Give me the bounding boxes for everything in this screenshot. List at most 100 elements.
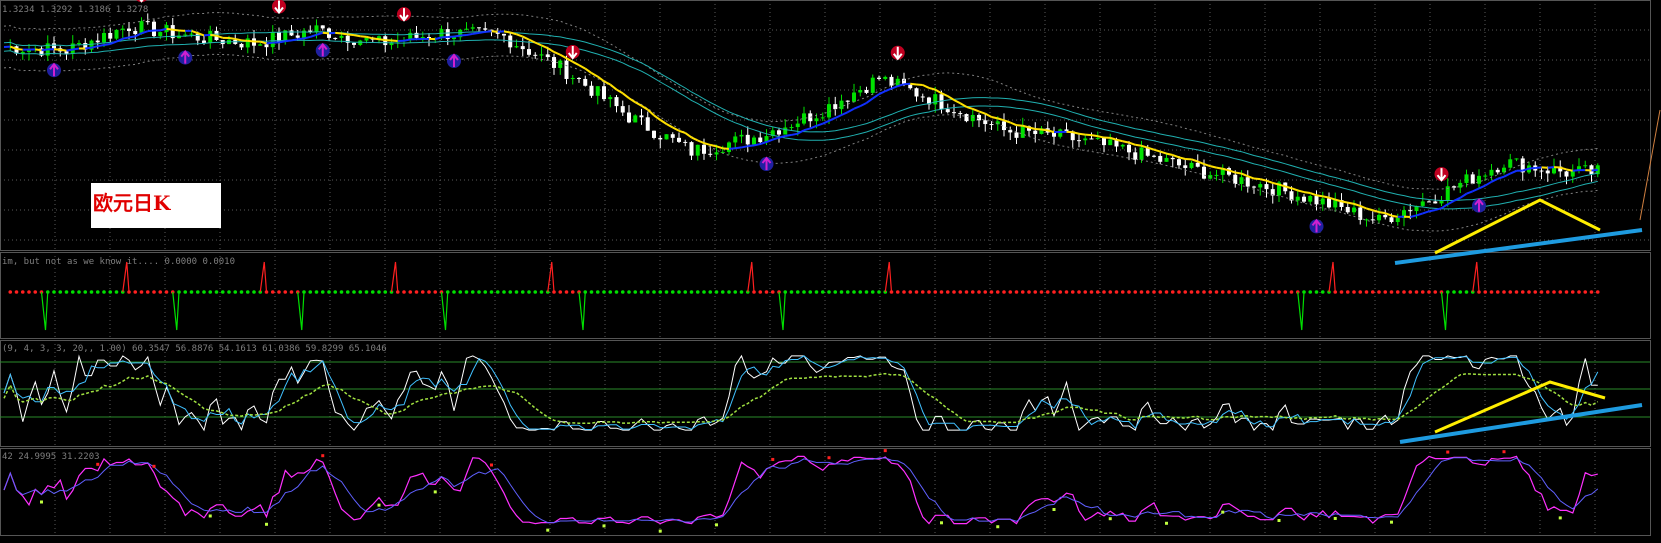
- step-dot: [677, 290, 681, 294]
- trend-ma-segment: [1310, 193, 1316, 195]
- trading-chart[interactable]: [0, 0, 1661, 539]
- candle-body: [615, 97, 619, 106]
- step-dot: [1240, 290, 1244, 294]
- trend-ma-segment: [523, 37, 529, 40]
- osc-marker: [1503, 450, 1506, 453]
- trend-ma-segment: [104, 44, 110, 45]
- candle-body: [683, 142, 687, 143]
- step-dot: [252, 290, 256, 294]
- step-dot: [1071, 290, 1075, 294]
- candle-body: [671, 134, 675, 138]
- candle-body: [1508, 159, 1512, 167]
- candle-body: [1102, 138, 1106, 145]
- candle-body: [102, 33, 106, 42]
- candle-body: [571, 78, 575, 79]
- candle-body: [608, 97, 612, 99]
- candle-body: [96, 41, 100, 43]
- candle-body: [871, 78, 875, 93]
- trend-ma-segment: [1260, 179, 1266, 181]
- step-dot: [452, 290, 456, 294]
- candle-body: [746, 135, 750, 145]
- candle-body: [715, 152, 719, 154]
- step-dot: [52, 290, 56, 294]
- candle-body: [521, 46, 525, 49]
- step-dot: [1258, 290, 1262, 294]
- step-dot: [1552, 290, 1556, 294]
- candle-body: [265, 44, 269, 47]
- candle-body: [733, 136, 737, 142]
- step-dot: [483, 290, 487, 294]
- step-dot: [696, 290, 700, 294]
- step-dot: [952, 290, 956, 294]
- trend-ma-segment: [310, 35, 316, 37]
- step-dot: [665, 290, 669, 294]
- candle-body: [1583, 165, 1587, 166]
- candle-body: [1515, 158, 1519, 159]
- step-dot: [190, 290, 194, 294]
- trend-ma-segment: [829, 118, 835, 121]
- step-dot: [1540, 290, 1544, 294]
- candle-body: [977, 115, 981, 120]
- trend-ma-segment: [348, 34, 354, 35]
- step-dot: [608, 290, 612, 294]
- trend-ma-segment: [1479, 186, 1485, 189]
- stoch-support-blue: [1400, 405, 1642, 442]
- osc-marker: [884, 449, 887, 452]
- trend-ma-segment: [1142, 146, 1148, 148]
- step-dot: [1002, 290, 1006, 294]
- trend-ma-segment: [623, 93, 629, 98]
- candle-body: [258, 44, 262, 45]
- step-dot: [415, 290, 419, 294]
- trend-ma-segment: [973, 109, 979, 112]
- step-dot: [327, 290, 331, 294]
- trend-ma-segment: [1423, 211, 1429, 213]
- step-dot: [1177, 290, 1181, 294]
- step-dot: [1558, 290, 1562, 294]
- osc-marker: [996, 525, 999, 528]
- trend-ma-segment: [123, 37, 129, 38]
- step-dot: [846, 290, 850, 294]
- step-dot: [490, 290, 494, 294]
- candle-body: [802, 113, 806, 123]
- step-dot: [1046, 290, 1050, 294]
- teal-ma-lower: [4, 40, 1598, 209]
- trend-ma-segment: [892, 86, 898, 88]
- candle-body: [1140, 147, 1144, 159]
- step-dot: [346, 290, 350, 294]
- trend-ma-segment: [1410, 215, 1416, 217]
- step-dot: [1190, 290, 1194, 294]
- candle-body: [540, 54, 544, 55]
- step-dot: [496, 290, 500, 294]
- step-dot: [565, 290, 569, 294]
- step-dot: [1271, 290, 1275, 294]
- trend-ma-segment: [1417, 213, 1423, 215]
- candle-body: [552, 57, 556, 68]
- candle-body: [590, 86, 594, 96]
- step-dot: [971, 290, 975, 294]
- step-dot: [1452, 290, 1456, 294]
- candle-body: [690, 142, 694, 156]
- candle-body: [577, 78, 581, 79]
- trend-ma-segment: [1242, 174, 1248, 177]
- candle-body: [127, 29, 131, 31]
- trend-ma-segment: [1160, 152, 1166, 154]
- step-dot: [233, 290, 237, 294]
- step-dot: [502, 290, 506, 294]
- step-dot: [652, 290, 656, 294]
- trend-ma-segment: [1235, 173, 1241, 174]
- trend-ma-segment: [860, 103, 866, 106]
- step-dot: [1352, 290, 1356, 294]
- candle-body: [1565, 171, 1569, 176]
- step-dot: [927, 290, 931, 294]
- trend-ma-segment: [867, 98, 873, 103]
- trend-ma-segment: [317, 33, 323, 35]
- step-dot: [1096, 290, 1100, 294]
- trend-ma-segment: [842, 112, 848, 115]
- trend-ma-segment: [979, 111, 985, 113]
- candle-body: [740, 135, 744, 137]
- trend-ma-segment: [873, 94, 879, 98]
- trend-ma-segment: [35, 49, 41, 50]
- step-dot: [1390, 290, 1394, 294]
- candle-body: [115, 30, 119, 39]
- step-dot: [21, 290, 25, 294]
